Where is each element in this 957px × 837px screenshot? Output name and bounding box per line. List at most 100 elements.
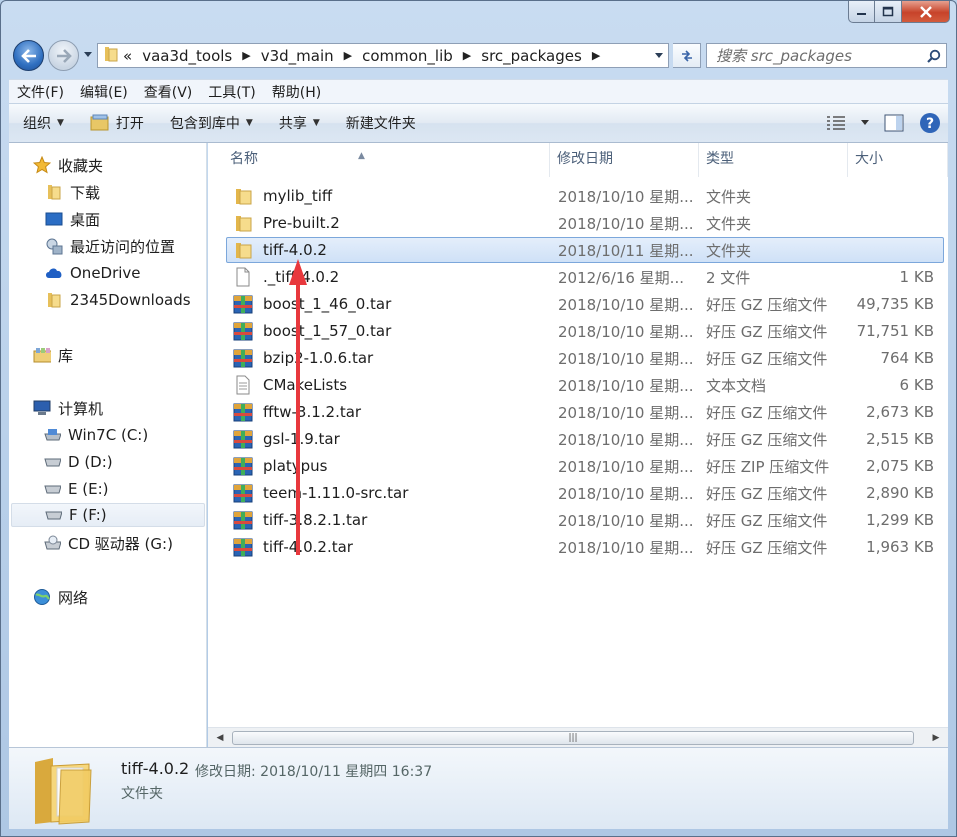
file-date: 2018/10/10 星期... (558, 511, 694, 530)
search-box[interactable]: 搜索 src_packages (706, 43, 947, 68)
sidebar-item-label: 库 (58, 346, 74, 365)
file-size: 2,673 KB (866, 403, 934, 421)
menu-help[interactable]: 帮助(H) (264, 82, 329, 102)
sidebar-item-drive-e[interactable]: E (E:) (43, 477, 108, 501)
file-row[interactable]: CMakeLists 2018/10/10 星期... 文本文档 6 KB (226, 372, 944, 398)
sidebar-item-drive-d[interactable]: D (D:) (43, 450, 113, 474)
file-row[interactable]: tiff-4.0.2.tar 2018/10/10 星期... 好压 GZ 压缩文件… (226, 534, 944, 560)
sidebar-item-drive-c[interactable]: Win7C (C:) (43, 423, 148, 447)
selected-item-kind: 文件夹 (121, 786, 163, 802)
library-icon (33, 346, 51, 364)
file-date: 2018/10/10 星期... (558, 214, 694, 233)
text-file-icon (232, 375, 254, 395)
breadcrumb-separator-icon[interactable]: ▶ (463, 49, 471, 62)
breadcrumb-separator-icon[interactable]: ▶ (242, 49, 250, 62)
sidebar-item-recent-places[interactable]: 最近访问的位置 (45, 234, 175, 258)
file-row[interactable]: ._tiff-4.0.2 2012/6/16 星期... 2 文件 1 KB (226, 264, 944, 290)
file-date: 2018/10/10 星期... (558, 457, 694, 476)
menu-edit[interactable]: 编辑(E) (72, 82, 136, 102)
maximize-button[interactable] (875, 1, 902, 23)
sidebar-item-onedrive[interactable]: OneDrive (45, 261, 141, 285)
minimize-button[interactable] (848, 1, 875, 23)
file-row[interactable]: tiff-3.8.2.1.tar 2018/10/10 星期... 好压 GZ 压缩… (226, 507, 944, 533)
search-input[interactable]: 搜索 src_packages (707, 45, 922, 66)
breadcrumb-separator-icon[interactable]: ▶ (344, 49, 352, 62)
archive-icon (232, 510, 254, 530)
sidebar-item-drive-g[interactable]: CD 驱动器 (G:) (43, 531, 173, 555)
sidebar-item-desktop[interactable]: 桌面 (45, 207, 100, 231)
large-folder-icon (35, 758, 92, 825)
file-name-cell: teem-1.11.0-src.tar (227, 483, 550, 503)
sidebar-item-computer[interactable]: 计算机 (33, 396, 103, 420)
file-row[interactable]: boost_1_46_0.tar 2018/10/10 星期... 好压 GZ 压缩… (226, 291, 944, 317)
scroll-right-icon[interactable]: ▶ (927, 728, 945, 748)
breadcrumb-item[interactable]: v3d_main (256, 47, 339, 65)
column-header-name[interactable]: ▲ 名称 (208, 143, 550, 177)
file-row[interactable]: gsl-1.9.tar 2018/10/10 星期... 好压 GZ 压缩文件 2,5… (226, 426, 944, 452)
address-bar[interactable]: « vaa3d_tools ▶ v3d_main ▶ common_lib ▶ … (97, 43, 669, 68)
computer-icon (33, 399, 51, 417)
folder-icon (232, 240, 254, 260)
search-icon[interactable] (922, 49, 946, 63)
scroll-left-icon[interactable]: ◀ (211, 728, 229, 748)
include-library-label: 包含到库中 (169, 116, 240, 132)
archive-icon (232, 348, 254, 368)
organize-button[interactable]: 组织 ▼ (13, 109, 74, 137)
back-button[interactable] (13, 40, 44, 71)
breadcrumb-separator-icon[interactable]: ▶ (592, 49, 600, 62)
file-name: boost_1_46_0.tar (263, 295, 392, 313)
help-button[interactable]: ? (912, 109, 948, 137)
sidebar-item-favorites[interactable]: 收藏夹 (33, 153, 103, 177)
file-row[interactable]: bzip2-1.0.6.tar 2018/10/10 星期... 好压 GZ 压缩文… (226, 345, 944, 371)
scrollbar-thumb[interactable]: ||| (232, 731, 914, 745)
sidebar-item-label: OneDrive (70, 264, 141, 282)
file-type: 好压 GZ 压缩文件 (706, 538, 828, 557)
file-row[interactable]: fftw-3.1.2.tar 2018/10/10 星期... 好压 GZ 压缩文件… (226, 399, 944, 425)
archive-icon (232, 321, 254, 341)
forward-arrow-icon (56, 48, 72, 63)
refresh-button[interactable] (673, 43, 701, 68)
sidebar-item-library[interactable]: 库 (33, 343, 73, 367)
menu-view[interactable]: 查看(V) (136, 82, 201, 102)
share-button[interactable]: 共享 ▼ (269, 109, 330, 137)
menu-file[interactable]: 文件(F) (9, 82, 72, 102)
view-options-button[interactable] (818, 109, 854, 137)
address-history-dropdown[interactable] (650, 44, 668, 67)
preview-pane-button[interactable] (876, 109, 912, 137)
recent-pages-dropdown[interactable] (83, 49, 93, 61)
sidebar-item-label: 网络 (58, 588, 89, 607)
sidebar-item-downloads[interactable]: 下载 (45, 180, 100, 204)
column-header-date[interactable]: 修改日期 (550, 143, 699, 177)
file-name-cell: bzip2-1.0.6.tar (227, 348, 550, 368)
sidebar-item-2345downloads[interactable]: 2345Downloads (45, 288, 191, 312)
close-button[interactable] (902, 1, 950, 23)
file-row[interactable]: mylib_tiff 2018/10/10 星期... 文件夹 (226, 183, 944, 209)
horizontal-scrollbar[interactable]: ◀ ||| ▶ (208, 727, 948, 747)
file-name-cell: Pre-built.2 (227, 213, 550, 233)
sidebar-item-drive-f[interactable]: F (F:) (11, 503, 205, 527)
archive-icon (232, 483, 254, 503)
new-folder-button[interactable]: 新建文件夹 (336, 109, 426, 137)
breadcrumb-item[interactable]: vaa3d_tools (137, 47, 237, 65)
file-size: 2,075 KB (866, 457, 934, 475)
file-name-cell: ._tiff-4.0.2 (227, 267, 550, 287)
breadcrumb-item[interactable]: common_lib (357, 47, 458, 65)
file-row[interactable]: boost_1_57_0.tar 2018/10/10 星期... 好压 GZ 压缩… (226, 318, 944, 344)
breadcrumb-overflow[interactable]: « (118, 47, 137, 65)
file-row[interactable]: platypus 2018/10/10 星期... 好压 ZIP 压缩文件 2,075… (226, 453, 944, 479)
menu-tools[interactable]: 工具(T) (200, 82, 263, 102)
file-row[interactable]: teem-1.11.0-src.tar 2018/10/10 星期... 好压 GZ… (226, 480, 944, 506)
breadcrumb-item[interactable]: src_packages (476, 47, 587, 65)
file-type: 好压 GZ 压缩文件 (706, 484, 828, 503)
forward-button[interactable] (48, 40, 79, 71)
sidebar-item-label: Win7C (C:) (68, 426, 149, 444)
file-date: 2012/6/16 星期... (558, 268, 684, 287)
sidebar-item-network[interactable]: 网络 (33, 585, 88, 609)
file-row[interactable]: tiff-4.0.2 2018/10/11 星期... 文件夹 (226, 237, 944, 263)
view-dropdown[interactable] (854, 109, 876, 137)
include-library-button[interactable]: 包含到库中 ▼ (160, 109, 263, 137)
column-header-size[interactable]: 大小 (848, 143, 948, 177)
file-row[interactable]: Pre-built.2 2018/10/10 星期... 文件夹 (226, 210, 944, 236)
open-button[interactable]: 打开 (80, 109, 154, 137)
column-header-type[interactable]: 类型 (699, 143, 848, 177)
